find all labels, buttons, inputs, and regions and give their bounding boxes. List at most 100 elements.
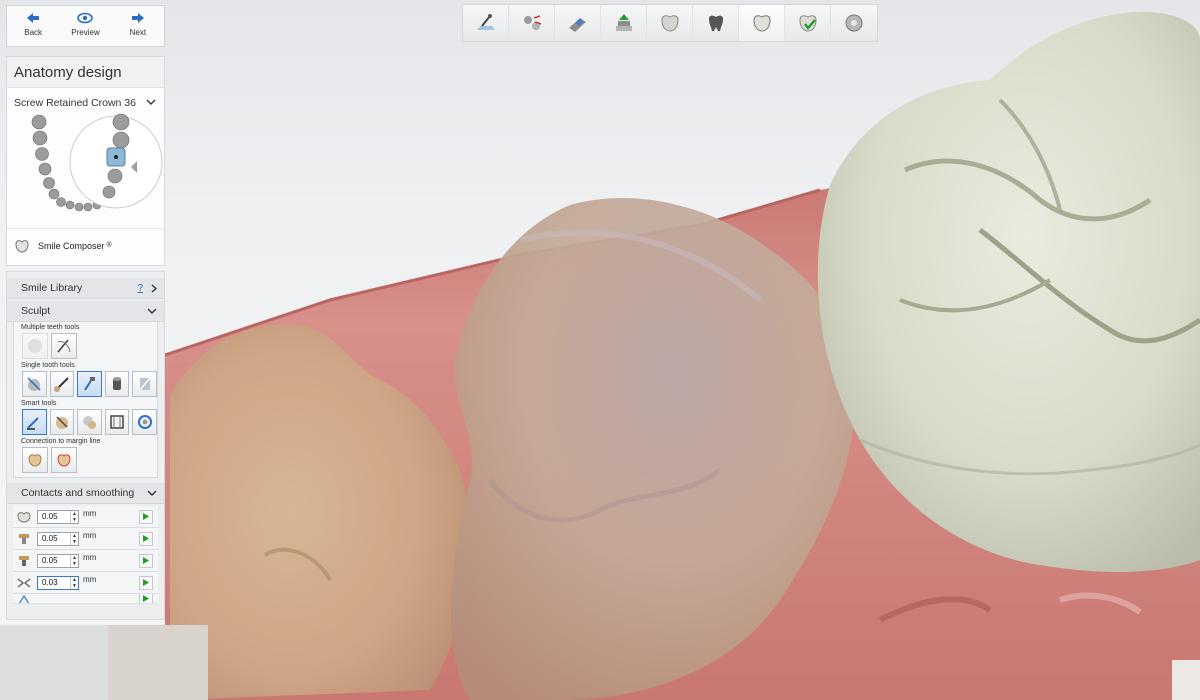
cut-tool[interactable] [132, 371, 157, 397]
arrow-left-icon [27, 13, 40, 23]
3d-viewport[interactable] [0, 0, 1200, 700]
connection-margin-label: Connection to margin line [21, 438, 101, 445]
smooth-brush-icon [84, 377, 96, 391]
morph-teeth-tool[interactable] [22, 333, 48, 359]
triangle-icon [13, 594, 35, 603]
param-row-smoothing: 0.03 ▲ ▼ mm [13, 572, 158, 594]
apply-mesial-button[interactable] [139, 531, 153, 546]
smart-sculpt-tool[interactable] [22, 409, 47, 435]
chevron-down-icon [146, 99, 156, 105]
chevron-right-icon [151, 283, 157, 293]
back-button[interactable]: Back [7, 6, 59, 46]
apply-smoothing-button[interactable] [139, 575, 153, 590]
help-link[interactable]: ? [137, 283, 143, 294]
contacts-smoothing-header[interactable]: Contacts and smoothing [7, 483, 164, 504]
wax-knife-icon [53, 377, 69, 392]
param-row-mesial: 0.05 ▲ ▼ mm [13, 528, 158, 550]
smart-frame-tool[interactable] [104, 409, 130, 435]
smile-library-label: Smile Library [21, 282, 83, 294]
cylinder-tool-icon [113, 377, 122, 390]
crown-select-dropdown[interactable]: Screw Retained Crown 36 [7, 88, 164, 112]
toolbar-anatomy-button[interactable] [739, 5, 785, 41]
toolbar-crown-button[interactable] [647, 5, 693, 41]
pen-arc-icon [57, 339, 71, 353]
anatomy-tooth-icon [752, 15, 771, 32]
smile-library-actions: ? [137, 283, 157, 294]
toolbar-tooth-check-button[interactable] [785, 5, 831, 41]
single-tooth-tools-label: Single tooth tools [21, 362, 75, 369]
tooth-morph-icon [28, 339, 42, 353]
toolbar-abutment-button[interactable] [601, 5, 647, 41]
smile-composer-icon [15, 239, 29, 253]
smart-rotate-tool[interactable] [132, 409, 157, 435]
smart-morph-tool[interactable] [77, 409, 102, 435]
distal-contact-icon [13, 555, 35, 567]
next-label: Next [129, 28, 147, 37]
play-icon [143, 595, 149, 602]
shape-tool[interactable] [104, 371, 130, 397]
abutment-icon [615, 14, 632, 31]
sculpt-header[interactable]: Sculpt [7, 301, 164, 322]
smart-tools-label: Smart tools [21, 400, 57, 407]
margin-reset-tool[interactable] [51, 447, 77, 473]
mesial-contact-icon [13, 533, 35, 545]
crown-margin-reset-icon [57, 454, 71, 467]
blurred-overlay [0, 625, 108, 700]
apply-distal-button[interactable] [139, 553, 153, 568]
margin-line-icon [523, 15, 541, 30]
smooth-tool[interactable] [77, 371, 102, 397]
smile-library-header[interactable]: Smile Library ? [7, 278, 164, 299]
finish-disk-icon [845, 14, 863, 32]
param-unit: mm [83, 575, 97, 584]
registered-mark: ® [106, 242, 112, 249]
play-icon [143, 557, 149, 564]
multiple-teeth-tools-label: Multiple teeth tools [21, 324, 80, 331]
transform-tool[interactable] [22, 371, 47, 397]
rotate-icon [137, 415, 152, 429]
contacts-smoothing-label: Contacts and smoothing [21, 487, 135, 499]
wax-knife-tool[interactable] [49, 371, 75, 397]
apply-partial-button[interactable] [139, 594, 153, 603]
toolbar-tooth-dark-button[interactable] [693, 5, 739, 41]
next-button[interactable]: Next [112, 6, 164, 46]
preview-button[interactable]: Preview [59, 6, 111, 46]
toolbar-finish-button[interactable] [831, 5, 877, 41]
group-transform-tool[interactable] [51, 333, 77, 359]
toolbar-margin-line-button[interactable] [509, 5, 555, 41]
play-icon [143, 535, 149, 542]
play-icon [143, 513, 149, 520]
occlusal-distance-input[interactable]: 0.05 ▲ ▼ [37, 509, 79, 524]
apply-occlusal-button[interactable] [139, 509, 153, 524]
multiple-teeth-tools-row [14, 332, 157, 360]
param-row-partial [13, 594, 158, 604]
margin-connect-tool[interactable] [22, 447, 48, 473]
tooth-check-icon [798, 15, 817, 32]
prepare-scan-icon [476, 14, 495, 30]
crown-icon [660, 15, 679, 32]
preview-label: Preview [71, 28, 100, 37]
tooth-gray-icon [708, 15, 723, 31]
arrow-right-icon [131, 13, 144, 23]
smart-tools-row [14, 408, 157, 436]
insertion-direction-icon [568, 18, 586, 32]
blurred-overlay [108, 625, 208, 700]
crown-margin-icon [28, 454, 42, 467]
mesial-distance-input[interactable]: 0.05 ▲ ▼ [37, 531, 79, 546]
toolbar-prepare-scan-button[interactable] [463, 5, 509, 41]
crown-select-value: Screw Retained Crown 36 [14, 96, 136, 109]
param-unit: mm [83, 553, 97, 562]
tooth-chart[interactable] [9, 112, 163, 228]
smart-wax-icon [55, 416, 68, 429]
smoothing-icon [13, 577, 35, 589]
back-label: Back [24, 28, 43, 37]
smoothing-distance-input[interactable]: 0.03 ▲ ▼ [37, 575, 79, 590]
smart-wax-tool[interactable] [49, 409, 75, 435]
smile-composer-button[interactable]: Smile Composer ® [7, 228, 164, 262]
eye-icon [77, 12, 94, 24]
toolbar-insertion-direction-button[interactable] [555, 5, 601, 41]
tools-panel: Smile Library ? Sculpt Multiple teeth to… [6, 271, 165, 620]
sculpt-label: Sculpt [21, 305, 51, 317]
panel-title: Anatomy design [7, 57, 164, 88]
distal-distance-input[interactable]: 0.05 ▲ ▼ [37, 553, 79, 568]
smart-morph-icon [83, 416, 97, 429]
